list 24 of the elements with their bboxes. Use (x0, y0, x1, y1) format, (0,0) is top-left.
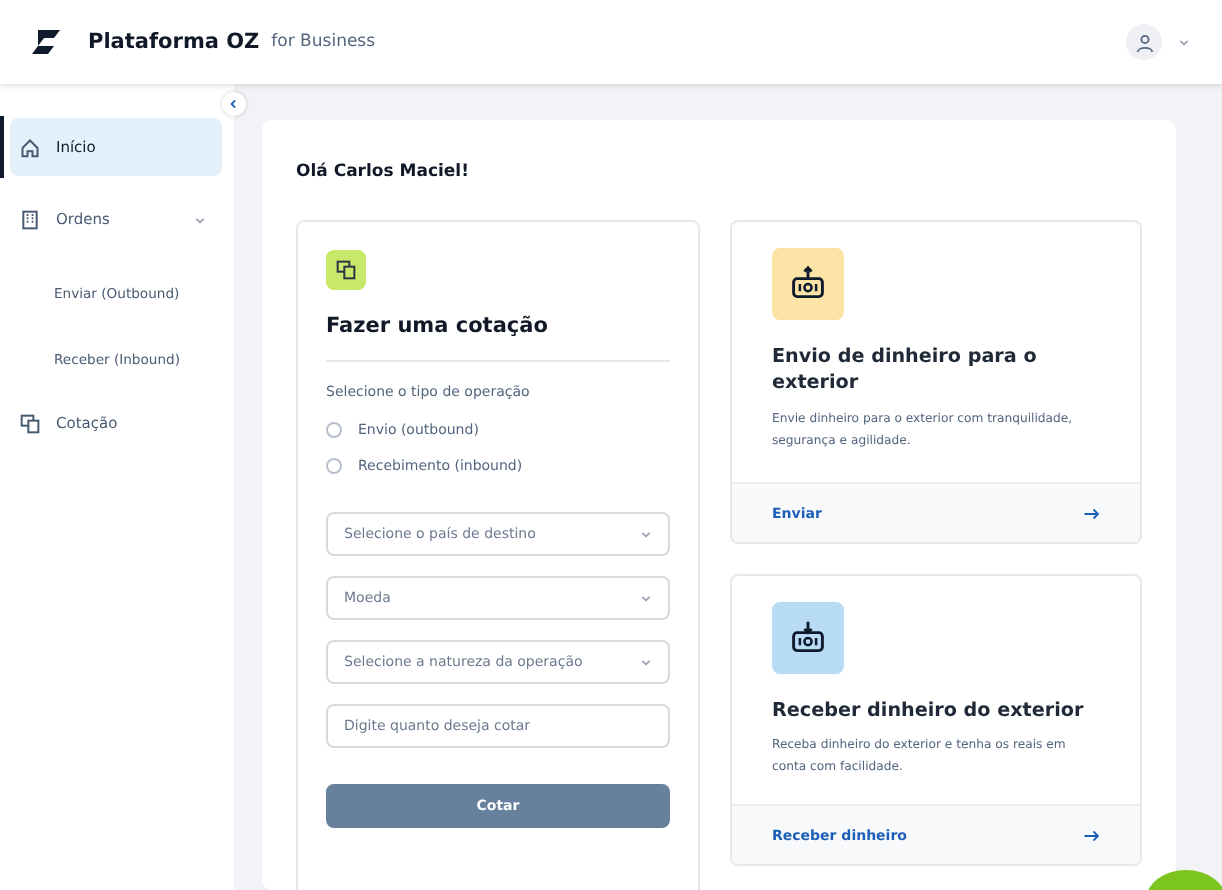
chevron-icon (640, 528, 652, 540)
card-title: Envio de dinheiro para o exterior (772, 344, 1039, 398)
money-download-icon (790, 620, 826, 656)
user-avatar[interactable] (1126, 24, 1162, 60)
logo-icon (32, 30, 60, 54)
chevron-icon (640, 656, 652, 668)
brand-name: Plataforma OZ (88, 30, 260, 54)
form-title: Fazer uma cotação (326, 314, 670, 362)
arrow-right-icon (1084, 829, 1100, 841)
collapse-button[interactable] (222, 92, 246, 116)
money-upload-icon (790, 266, 826, 302)
chevron-icon (640, 592, 652, 604)
radio-button[interactable] (326, 422, 342, 438)
building-icon (20, 209, 40, 229)
home-icon (20, 137, 40, 157)
chevron-icon (228, 98, 240, 110)
card-title: Receber dinheiro do exterior (772, 698, 1086, 725)
radio-button[interactable] (326, 458, 342, 474)
chevron-icon (194, 213, 206, 225)
brand-tagline: for Business (271, 32, 376, 52)
active-indicator (0, 116, 4, 178)
chevron-icon (1178, 36, 1190, 48)
arrow-right-icon (1084, 507, 1100, 519)
greeting: Olá Carlos Maciel! (296, 162, 471, 182)
